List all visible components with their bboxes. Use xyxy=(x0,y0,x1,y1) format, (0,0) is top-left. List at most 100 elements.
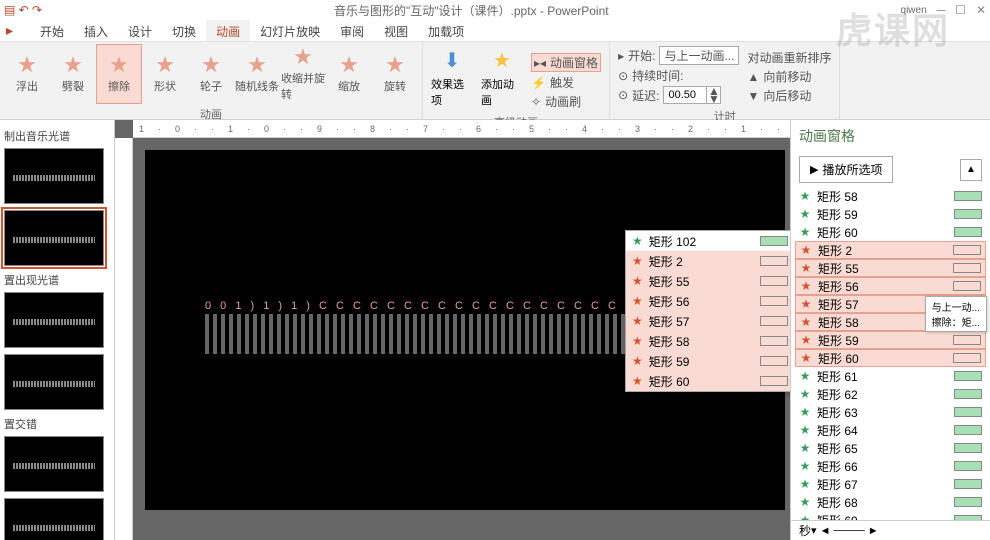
anim-浮出[interactable]: ★浮出 xyxy=(4,44,50,104)
timing-bar xyxy=(953,335,981,345)
timing-bar xyxy=(954,425,982,435)
timing-bar xyxy=(954,461,982,471)
anim-劈裂[interactable]: ★劈裂 xyxy=(50,44,96,104)
tab-幻灯片放映[interactable]: 幻灯片放映 xyxy=(250,20,330,41)
maximize-icon[interactable]: ☐ xyxy=(955,3,966,17)
timing-bar xyxy=(760,316,788,326)
trigger-icon: ⚡ xyxy=(531,76,546,90)
anim-list-item[interactable]: ★矩形 61 xyxy=(795,367,986,385)
animation-painter-button[interactable]: ✧动画刷 xyxy=(531,93,601,110)
timing-bar xyxy=(954,479,982,489)
timing-bar xyxy=(954,191,982,201)
anim-list-item[interactable]: ★矩形 66 xyxy=(795,457,986,475)
tab-视图[interactable]: 视图 xyxy=(374,20,418,41)
slide-thumb[interactable] xyxy=(4,436,104,492)
popup-item[interactable]: ★矩形 102 xyxy=(626,231,790,251)
anim-list-item[interactable]: ★矩形 2 xyxy=(795,241,986,259)
thumb-label: 置交错 xyxy=(4,416,110,432)
delay-input[interactable] xyxy=(664,87,706,103)
start-row: ▸ 开始: 与上一动画... xyxy=(618,46,739,65)
move-earlier-button[interactable]: ▲ 向前移动 xyxy=(747,68,831,85)
timing-bar xyxy=(954,443,982,453)
popup-item[interactable]: ★矩形 56 xyxy=(626,291,790,311)
anim-list-item[interactable]: ★矩形 67 xyxy=(795,475,986,493)
star-icon: ★ xyxy=(800,333,812,347)
animation-popup[interactable]: ★矩形 102★矩形 2★矩形 55★矩形 56★矩形 57★矩形 58★矩形 … xyxy=(625,230,790,392)
star-icon: ★ xyxy=(799,441,811,455)
star-icon: ★ xyxy=(799,495,811,509)
window-title: 音乐与图形的"互动"设计（课件）.pptx - PowerPoint xyxy=(42,2,900,19)
anim-list-item[interactable]: ★矩形 62 xyxy=(795,385,986,403)
move-up-button[interactable]: ▲ xyxy=(960,159,982,181)
tab-开始[interactable]: 开始 xyxy=(30,20,74,41)
slide-editor[interactable]: 1·0··1·0··9··8··7··6··5··4··3··2··1··0··… xyxy=(115,120,790,540)
popup-item[interactable]: ★矩形 57 xyxy=(626,311,790,331)
tab-加载项[interactable]: 加载项 xyxy=(418,20,474,41)
anim-list-item[interactable]: ★矩形 55 xyxy=(795,259,986,277)
thumb-label: 置出现光谱 xyxy=(4,272,110,288)
anim-轮子[interactable]: ★轮子 xyxy=(188,44,234,104)
file-menu-icon[interactable]: ▸ xyxy=(6,22,13,39)
pane-footer: 秒 ▾ ◄ ──── ► xyxy=(791,520,990,540)
tab-切换[interactable]: 切换 xyxy=(162,20,206,41)
anim-旋转[interactable]: ★旋转 xyxy=(372,44,418,104)
star-icon: ★ xyxy=(799,459,811,473)
anim-list-item[interactable]: ★矩形 59 xyxy=(795,331,986,349)
anim-list-item[interactable]: ★矩形 60 xyxy=(795,223,986,241)
popup-item[interactable]: ★矩形 58 xyxy=(626,331,790,351)
slide-thumb[interactable] xyxy=(4,210,104,266)
animation-pane-button[interactable]: ▸◂动画窗格 xyxy=(531,53,601,72)
timing-bar xyxy=(760,376,788,386)
popup-item[interactable]: ★矩形 60 xyxy=(626,371,790,391)
thumb-label: 制出音乐光谱 xyxy=(4,128,110,144)
add-animation-button[interactable]: ★ 添加动画 xyxy=(477,44,527,112)
popup-item[interactable]: ★矩形 2 xyxy=(626,251,790,271)
popup-item[interactable]: ★矩形 55 xyxy=(626,271,790,291)
anim-list-item[interactable]: ★矩形 59 xyxy=(795,205,986,223)
timing-bar xyxy=(954,515,982,520)
effect-options-button[interactable]: ⬇ 效果选项 xyxy=(427,44,477,112)
animation-list[interactable]: ★矩形 58★矩形 59★矩形 60★矩形 2★矩形 55★矩形 56与上一动.… xyxy=(791,187,990,520)
anim-list-item[interactable]: ★矩形 69 xyxy=(795,511,986,520)
pane-title: 动画窗格 xyxy=(791,120,990,152)
star-icon: ★ xyxy=(799,189,811,203)
qat-icon[interactable]: ▤ ↶ ↷ xyxy=(4,3,42,17)
anim-list-item[interactable]: ★矩形 58 xyxy=(795,187,986,205)
star-icon: ★ xyxy=(632,274,643,288)
slide-thumb[interactable] xyxy=(4,292,104,348)
anim-收缩并旋转[interactable]: ★收缩并旋转 xyxy=(280,44,326,104)
anim-list-item[interactable]: ★矩形 56与上一动...擦除：矩... xyxy=(795,277,986,295)
timing-bar xyxy=(953,245,981,255)
move-later-button[interactable]: ▼ 向后移动 xyxy=(747,87,831,104)
tab-审阅[interactable]: 审阅 xyxy=(330,20,374,41)
popup-item[interactable]: ★矩形 59 xyxy=(626,351,790,371)
delay-spinner[interactable]: ▲▼ xyxy=(663,86,721,104)
trigger-button[interactable]: ⚡触发 xyxy=(531,74,601,91)
play-selected-button[interactable]: ▶ 播放所选项 xyxy=(799,156,893,183)
anim-形状[interactable]: ★形状 xyxy=(142,44,188,104)
start-dropdown[interactable]: 与上一动画... xyxy=(659,46,739,65)
anim-list-item[interactable]: ★矩形 63 xyxy=(795,403,986,421)
timing-bar xyxy=(954,389,982,399)
duration-row: ⊙ 持续时间: xyxy=(618,67,739,84)
anim-随机线条[interactable]: ★随机线条 xyxy=(234,44,280,104)
star-icon: ★ xyxy=(17,54,37,76)
close-icon[interactable]: ✕ xyxy=(976,3,986,17)
slide-thumb[interactable] xyxy=(4,354,104,410)
anim-list-item[interactable]: ★矩形 65 xyxy=(795,439,986,457)
tab-插入[interactable]: 插入 xyxy=(74,20,118,41)
tab-动画[interactable]: 动画 xyxy=(206,20,250,41)
anim-list-item[interactable]: ★矩形 60 xyxy=(795,349,986,367)
timing-bar xyxy=(954,227,982,237)
anim-list-item[interactable]: ★矩形 68 xyxy=(795,493,986,511)
slide-thumb[interactable] xyxy=(4,148,104,204)
star-icon: ★ xyxy=(799,387,811,401)
spin-down-icon[interactable]: ▼ xyxy=(707,95,720,103)
anim-list-item[interactable]: ★矩形 64 xyxy=(795,421,986,439)
timing-bar xyxy=(953,353,981,363)
tab-设计[interactable]: 设计 xyxy=(118,20,162,41)
anim-擦除[interactable]: ★擦除 xyxy=(96,44,142,104)
anim-缩放[interactable]: ★缩放 xyxy=(326,44,372,104)
slide-thumb[interactable] xyxy=(4,498,104,540)
slide-canvas[interactable]: 0 0 1 ) 1 ) 1 ) C C C C C C C C C C C C … xyxy=(145,150,785,510)
